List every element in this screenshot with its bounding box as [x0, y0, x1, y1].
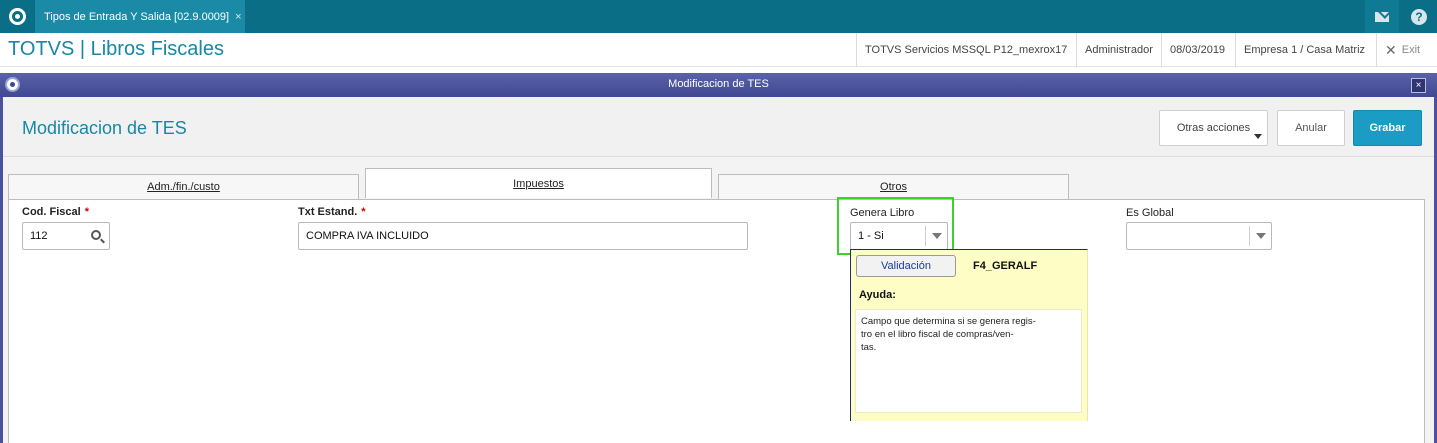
app-header: TOTVS | Libros Fiscales TOTVS Servicios … — [0, 33, 1437, 67]
form-title: Modificacion de TES — [22, 118, 187, 138]
es-global-label: Es Global — [1126, 207, 1174, 219]
help-icon: ? — [1411, 8, 1427, 25]
help-button[interactable]: ? — [1402, 0, 1436, 33]
cod-fiscal-label: Cod. Fiscal * — [22, 206, 89, 218]
cod-fiscal-label-text: Cod. Fiscal — [22, 206, 81, 218]
required-marker: * — [84, 206, 89, 218]
exit-button[interactable]: ✕ Exit — [1376, 33, 1428, 67]
date-label: 08/03/2019 — [1161, 33, 1233, 67]
search-icon[interactable] — [91, 230, 101, 240]
form-header: Modificacion de TES Otras acciones Anula… — [3, 97, 1434, 157]
genera-libro-highlight — [837, 197, 954, 255]
company-label: Empresa 1 / Casa Matriz — [1235, 33, 1373, 67]
tab-close-icon[interactable]: × — [235, 11, 241, 23]
chevron-down-icon — [1254, 134, 1262, 139]
tab-adm-fin-custo[interactable]: Adm./fin./custo — [8, 174, 359, 199]
otras-acciones-label: Otras acciones — [1176, 122, 1251, 134]
txt-estand-input[interactable]: COMPRA IVA INCLUIDO — [298, 222, 748, 250]
field-help-popup: Validación F4_GERALF Ayuda: Campo que de… — [850, 249, 1088, 421]
top-tab-bar: Tipos de Entrada Y Salida [02.9.0009] × … — [0, 0, 1437, 33]
messages-button[interactable] — [1365, 0, 1399, 33]
totvs-logo-icon — [8, 8, 26, 25]
dialog-title: Modificacion de TES — [668, 78, 769, 90]
close-icon: ✕ — [1385, 41, 1397, 58]
impuestos-panel: Cod. Fiscal * 112 Txt Estand. * COMPRA IVA… — [8, 199, 1425, 443]
validacion-button[interactable]: Validación — [856, 255, 956, 277]
tab-impuestos[interactable]: Impuestos — [365, 168, 712, 198]
cod-fiscal-input[interactable]: 112 — [22, 222, 110, 250]
txt-estand-label: Txt Estand. * — [298, 206, 366, 218]
dialog-body: Modificacion de TES Otras acciones Anula… — [0, 97, 1437, 443]
grabar-button[interactable]: Grabar — [1353, 110, 1422, 146]
otras-acciones-button[interactable]: Otras acciones — [1159, 110, 1268, 146]
totvs-menu-button[interactable] — [0, 0, 34, 33]
document-tab-label: Tipos de Entrada Y Salida [02.9.0009] — [44, 10, 230, 23]
tab-otros[interactable]: Otros — [718, 174, 1069, 199]
environment-label: TOTVS Servicios MSSQL P12_mexrox17 — [856, 33, 1075, 67]
txt-estand-label-text: Txt Estand. — [298, 206, 358, 218]
exit-label: Exit — [1401, 44, 1421, 56]
anular-button[interactable]: Anular — [1277, 110, 1345, 146]
dialog-titlebar: Modificacion de TES × — [0, 73, 1437, 97]
ayuda-text: Campo que determina si se genera regis- … — [855, 309, 1082, 413]
field-code: F4_GERALF — [973, 260, 1038, 272]
dialog-close-button[interactable]: × — [1411, 78, 1426, 93]
user-label: Administrador — [1076, 33, 1161, 67]
app-title: TOTVS | Libros Fiscales — [8, 38, 224, 60]
dropdown-arrow-icon[interactable] — [1249, 226, 1271, 246]
document-tab[interactable]: Tipos de Entrada Y Salida [02.9.0009] × — [35, 0, 245, 33]
mail-icon — [1375, 11, 1389, 22]
cod-fiscal-value: 112 — [30, 230, 48, 242]
es-global-select[interactable] — [1126, 222, 1272, 250]
required-marker: * — [361, 206, 366, 218]
txt-estand-value: COMPRA IVA INCLUIDO — [306, 230, 429, 242]
ayuda-label: Ayuda: — [859, 289, 896, 301]
